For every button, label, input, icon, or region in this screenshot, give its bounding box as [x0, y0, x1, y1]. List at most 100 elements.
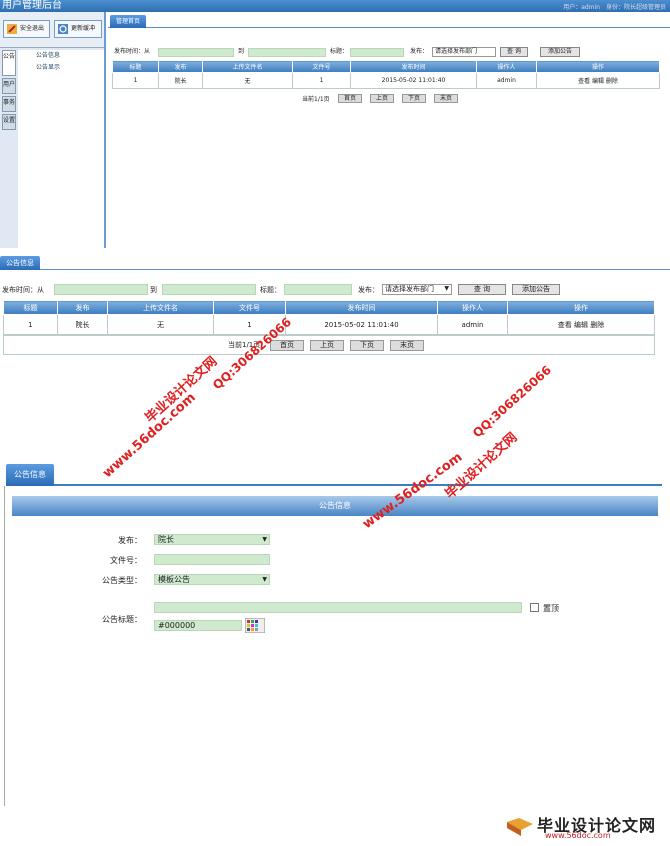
dept-value: 请选择发布部门 [435, 48, 478, 55]
admin-panel-screenshot: 用户管理后台 用户：admin 身份：院长超级管理员 安全退出 更新缓冲 公告 … [0, 0, 670, 250]
title-input[interactable] [350, 48, 404, 57]
cell-actions-2[interactable]: 查看 编辑 删除 [507, 314, 655, 335]
logout-label: 安全退出 [20, 25, 45, 32]
tab-notice-info[interactable]: 公告信息 [0, 256, 40, 270]
from-label: 发布时间：从 [114, 48, 151, 55]
from-label-2: 发布时间：从 [2, 286, 44, 294]
notice-list-screenshot: 公告信息 发布时间：从 到 标题： 发布： 请选择发布部门 ▼ 查 询 添加公告 … [0, 254, 670, 359]
search-button[interactable]: 查 询 [500, 47, 528, 57]
to-date-input[interactable] [248, 48, 326, 57]
type-value: 模板公告 [158, 575, 190, 584]
vtab-notice[interactable]: 公告 [2, 50, 16, 76]
first-page-button[interactable]: 首页 [338, 94, 362, 103]
last-page-button-2[interactable]: 末页 [390, 340, 424, 351]
col-actions: 操作 [536, 60, 660, 73]
cell-publisher-2: 院长 [57, 314, 108, 335]
color-picker-icon[interactable] [245, 618, 265, 633]
vtab-settings[interactable]: 设置 [2, 114, 16, 130]
logout-button[interactable]: 安全退出 [3, 20, 50, 38]
next-page-button[interactable]: 下页 [402, 94, 426, 103]
cell-time-2: 2015-05-02 11:01:40 [285, 314, 438, 335]
tab-home[interactable]: 管理首页 [110, 15, 147, 28]
notice-table: 标题 发布 上传文件名 文件号 发布时间 操作人 操作 1 院长 无 1 201… [112, 60, 660, 89]
fileno-input[interactable] [154, 554, 270, 565]
from-date-input[interactable] [158, 48, 234, 57]
main-area: 管理首页 发布时间：从 到 标题： 发布： 请选择发布部门 查 询 添加公告 标… [108, 12, 670, 248]
chevron-down-icon: ▼ [262, 536, 267, 543]
left-menu: 公告信息 公告显示 [18, 50, 104, 248]
color-value: #000000 [158, 621, 196, 630]
query-row-2: 发布时间：从 到 标题： 发布： 请选择发布部门 ▼ 查 询 添加公告 [2, 284, 670, 296]
notice-title-input[interactable] [154, 602, 522, 613]
menu-item-notice-display[interactable]: 公告显示 [18, 62, 104, 74]
refresh-icon [58, 24, 68, 34]
cell-filename: 无 [202, 72, 293, 89]
chevron-down-icon: ▼ [444, 285, 449, 292]
dept-select[interactable]: 请选择发布部门 [432, 47, 496, 57]
cell-operator-2: admin [437, 314, 508, 335]
col-actions-2: 操作 [507, 300, 655, 315]
cell-fileno: 1 [292, 72, 351, 89]
refresh-cache-button[interactable]: 更新缓冲 [54, 20, 102, 38]
divider-line [4, 486, 5, 806]
dept-label-2: 发布： [358, 286, 379, 294]
color-input[interactable]: #000000 [154, 620, 242, 631]
cell-title: 1 [112, 72, 159, 89]
col-title-2: 标题 [3, 300, 58, 315]
add-notice-button[interactable]: 添加公告 [540, 47, 580, 57]
left-sidebar: 安全退出 更新缓冲 公告 用户 事务 设置 公告信息 公告显示 [0, 12, 106, 248]
next-page-button-2[interactable]: 下页 [350, 340, 384, 351]
last-page-button[interactable]: 末页 [434, 94, 458, 103]
table-row: 1 院长 无 1 2015-05-02 11:01:40 admin 查看 编辑… [112, 72, 660, 89]
notice-form: 发布： 院长 ▼ 文件号： 公告类型： 模板公告 ▼ 公告标题： 置顶 #00000… [0, 462, 670, 802]
col-fileno: 文件号 [292, 60, 351, 73]
query-row: 发布时间：从 到 标题： 发布： 请选择发布部门 查 询 添加公告 [114, 46, 670, 58]
tab-bar-2: 公告信息 [0, 254, 670, 270]
publish-value: 院长 [158, 535, 174, 544]
sidebar-buttons: 安全退出 更新缓冲 [0, 12, 104, 48]
dept-select-2[interactable]: 请选择发布部门 ▼ [382, 284, 452, 295]
prev-page-button[interactable]: 上页 [370, 94, 394, 103]
menu-item-notice-info[interactable]: 公告信息 [18, 50, 104, 62]
pager: 当前1/1页 首页 上页 下页 末页 [302, 94, 502, 104]
cell-time: 2015-05-02 11:01:40 [350, 72, 477, 89]
user-info: 用户：admin 身份：院长超级管理员 [563, 4, 666, 11]
col-time: 发布时间 [350, 60, 477, 73]
cell-actions[interactable]: 查看 编辑 删除 [536, 72, 660, 89]
chevron-down-icon: ▼ [262, 576, 267, 583]
cell-publisher: 院长 [158, 72, 203, 89]
publish-select[interactable]: 院长 ▼ [154, 534, 270, 545]
to-label: 到 [238, 48, 245, 55]
title-input-2[interactable] [284, 284, 352, 295]
add-notice-button-2[interactable]: 添加公告 [512, 284, 560, 295]
fileno-label: 文件号： [110, 556, 142, 565]
prev-page-button-2[interactable]: 上页 [310, 340, 344, 351]
col-operator-2: 操作人 [437, 300, 508, 315]
vtab-affairs[interactable]: 事务 [2, 96, 16, 112]
to-label-2: 到 [150, 286, 157, 294]
tab-bar: 管理首页 [108, 12, 670, 28]
dept-label: 发布： [410, 48, 429, 55]
cell-operator: admin [476, 72, 537, 89]
from-date-input-2[interactable] [54, 284, 148, 295]
cell-title-2: 1 [3, 314, 58, 335]
type-select[interactable]: 模板公告 ▼ [154, 574, 270, 585]
publish-label: 发布： [118, 536, 142, 545]
col-publisher: 发布 [158, 60, 203, 73]
logout-icon [7, 24, 17, 34]
to-date-input-2[interactable] [162, 284, 256, 295]
logo-url: www.56doc.com [545, 831, 611, 840]
refresh-label: 更新缓冲 [71, 25, 96, 32]
header-bar: 用户管理后台 用户：admin 身份：院长超级管理员 [0, 0, 670, 12]
vertical-tabs: 公告 用户 事务 设置 [2, 50, 16, 132]
page-info: 当前1/1页 [302, 96, 330, 103]
vtab-user[interactable]: 用户 [2, 78, 16, 94]
col-filename-2: 上传文件名 [107, 300, 214, 315]
col-time-2: 发布时间 [285, 300, 438, 315]
search-button-2[interactable]: 查 询 [458, 284, 506, 295]
app-title: 用户管理后台 [2, 0, 62, 11]
site-logo: 毕业设计论文网 www.56doc.com [505, 812, 665, 842]
col-title: 标题 [112, 60, 159, 73]
pin-top-label: 置顶 [543, 604, 559, 613]
pin-top-checkbox[interactable] [530, 603, 539, 612]
